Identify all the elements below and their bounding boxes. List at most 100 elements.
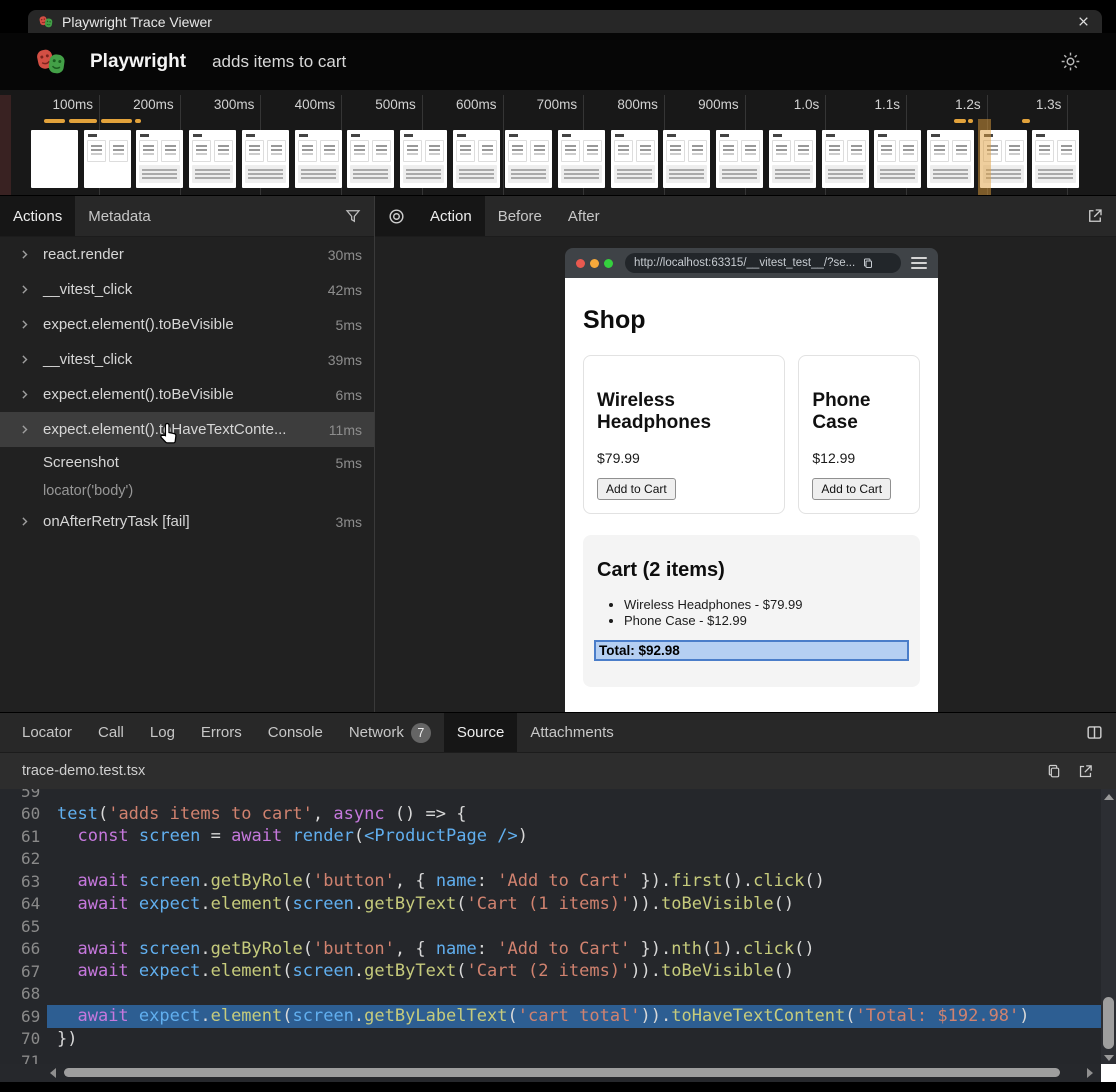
action-label: expect.element().toHaveTextConte... <box>43 421 286 438</box>
add-to-cart-button[interactable]: Add to Cart <box>597 478 676 500</box>
code-line: 59 <box>0 789 1116 803</box>
scroll-right-arrow[interactable] <box>1087 1068 1093 1078</box>
chevron-right-icon[interactable] <box>18 387 34 403</box>
action-row[interactable]: expect.element().toBeVisible5ms <box>0 307 374 342</box>
chevron-right-icon[interactable] <box>18 352 34 368</box>
action-label: __vitest_click <box>43 351 132 368</box>
action-duration: 42ms <box>320 282 362 298</box>
copy-source-icon[interactable] <box>1046 763 1062 780</box>
film-thumbnail[interactable] <box>295 130 342 188</box>
scroll-up-arrow[interactable] <box>1104 794 1114 800</box>
film-thumbnail[interactable] <box>663 130 710 188</box>
film-thumbnail[interactable] <box>242 130 289 188</box>
split-view-icon[interactable] <box>1085 723 1104 742</box>
action-row[interactable]: onAfterRetryTask [fail]3ms <box>0 504 374 539</box>
shop-page: Shop Wireless Headphones $79.99 Add to C… <box>565 278 938 712</box>
tab-log[interactable]: Log <box>137 713 188 752</box>
traffic-light-green <box>604 259 613 268</box>
gear-icon[interactable] <box>1059 50 1082 73</box>
open-source-external-icon[interactable] <box>1077 763 1094 780</box>
chevron-right-icon[interactable] <box>18 317 34 333</box>
film-thumbnail[interactable] <box>1032 130 1079 188</box>
open-external-icon[interactable] <box>1086 207 1104 225</box>
code-line: 67 await expect.element(screen.getByText… <box>0 960 1116 983</box>
film-thumbnail[interactable] <box>716 130 763 188</box>
product-card: Phone Case $12.99 Add to Cart <box>798 355 920 514</box>
tab-call[interactable]: Call <box>85 713 137 752</box>
product-price: $79.99 <box>597 450 771 466</box>
code-line: 68 <box>0 983 1116 1006</box>
film-thumbnail[interactable] <box>400 130 447 188</box>
action-row[interactable]: expect.element().toHaveTextConte...11ms <box>0 412 374 447</box>
tab-before[interactable]: Before <box>485 196 555 236</box>
actions-panel: ActionsMetadata react.render30ms__vitest… <box>0 196 375 712</box>
cart-item: Wireless Headphones - $79.99 <box>624 597 909 612</box>
tab-network[interactable]: Network7 <box>336 713 444 752</box>
scroll-down-arrow[interactable] <box>1104 1055 1114 1061</box>
action-row[interactable]: __vitest_click42ms <box>0 272 374 307</box>
film-thumbnail[interactable] <box>822 130 869 188</box>
tab-actions[interactable]: Actions <box>0 196 75 236</box>
cart-heading: Cart (2 items) <box>597 559 909 582</box>
film-thumbnail[interactable] <box>84 130 131 188</box>
tab-attachments[interactable]: Attachments <box>517 713 626 752</box>
timeline-action-mark <box>69 119 97 123</box>
pick-locator-icon[interactable] <box>375 196 417 236</box>
browser-menu-icon[interactable] <box>911 254 927 272</box>
film-thumbnail[interactable] <box>136 130 183 188</box>
tab-locator[interactable]: Locator <box>9 713 85 752</box>
timeline-time-label: 800ms <box>584 97 658 112</box>
app-logo-icon <box>38 15 54 29</box>
action-row[interactable]: react.render30ms <box>0 237 374 272</box>
chevron-right-icon[interactable] <box>18 422 34 438</box>
action-locator-sublabel: locator('body') <box>0 478 374 504</box>
chevron-right-icon[interactable] <box>18 514 34 530</box>
tab-console[interactable]: Console <box>255 713 336 752</box>
film-thumbnail[interactable] <box>558 130 605 188</box>
action-duration: 5ms <box>328 317 362 333</box>
cart-section: Cart (2 items) Wireless Headphones - $79… <box>583 535 920 687</box>
vertical-scrollbar[interactable] <box>1101 789 1116 1064</box>
action-row[interactable]: Screenshot 5ms <box>0 447 374 478</box>
action-duration: 5ms <box>328 455 362 471</box>
code-line: 62 <box>0 848 1116 871</box>
horizontal-scrollbar-thumb[interactable] <box>64 1068 1060 1077</box>
film-thumbnail[interactable] <box>927 130 974 188</box>
titlebar: Playwright Trace Viewer <box>28 10 1102 33</box>
url-bar[interactable]: http://localhost:63315/__vitest_test__/?… <box>625 253 901 273</box>
timeline[interactable]: 100ms200ms300ms400ms500ms600ms700ms800ms… <box>0 90 1116 196</box>
action-label: Screenshot <box>43 454 119 471</box>
horizontal-scrollbar[interactable] <box>0 1064 1101 1082</box>
chevron-right-icon[interactable] <box>18 282 34 298</box>
film-thumbnail[interactable] <box>874 130 921 188</box>
action-row[interactable]: expect.element().toBeVisible6ms <box>0 377 374 412</box>
add-to-cart-button[interactable]: Add to Cart <box>812 478 891 500</box>
source-code: 5960test('adds items to cart', async () … <box>0 789 1116 1082</box>
copy-url-icon[interactable] <box>862 257 874 270</box>
product-grid: Wireless Headphones $79.99 Add to Cart P… <box>583 355 920 514</box>
film-thumbnail[interactable] <box>189 130 236 188</box>
film-thumbnail[interactable] <box>347 130 394 188</box>
action-row[interactable]: __vitest_click39ms <box>0 342 374 377</box>
line-number: 66 <box>0 939 44 958</box>
chevron-right-icon[interactable] <box>18 247 34 263</box>
code-line: 66 await screen.getByRole('button', { na… <box>0 938 1116 961</box>
film-thumbnail[interactable] <box>453 130 500 188</box>
tab-after[interactable]: After <box>555 196 613 236</box>
scroll-left-arrow[interactable] <box>50 1068 56 1078</box>
tab-action[interactable]: Action <box>417 196 485 236</box>
filter-icon[interactable] <box>344 207 362 225</box>
tab-metadata[interactable]: Metadata <box>75 196 164 236</box>
code-text: await screen.getByRole('button', { name:… <box>44 871 825 891</box>
tab-source[interactable]: Source <box>444 713 518 752</box>
film-thumbnail[interactable] <box>611 130 658 188</box>
vertical-scrollbar-thumb[interactable] <box>1103 997 1114 1049</box>
close-icon[interactable] <box>1074 13 1092 31</box>
bottom-tabbar: LocatorCallLogErrors Console Network7Sourc… <box>0 713 1116 753</box>
tab-errors[interactable]: Errors <box>188 713 255 752</box>
film-thumbnail[interactable] <box>31 130 78 188</box>
line-number: 63 <box>0 872 44 891</box>
film-thumbnail[interactable] <box>505 130 552 188</box>
film-thumbnail[interactable] <box>769 130 816 188</box>
tab-label: Console <box>268 724 323 741</box>
